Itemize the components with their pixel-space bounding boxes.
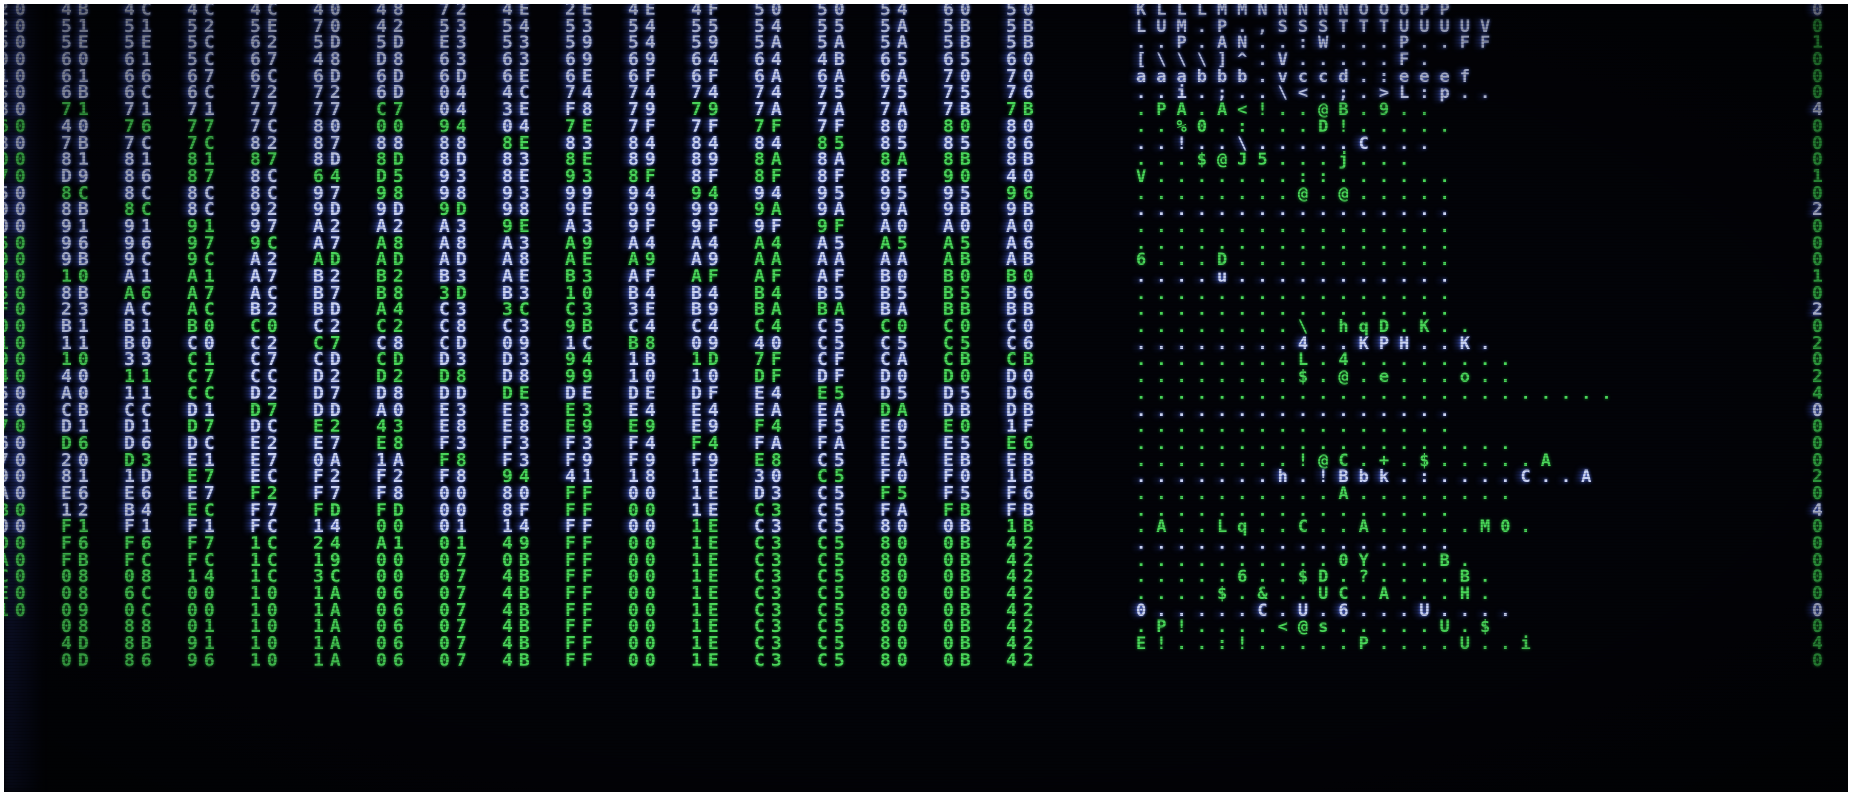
ascii-row: ..%0.:...D!..... — [1136, 116, 1460, 137]
hex-column: 4C 5E 62 67 6C 72 77 7C 82 87 8C 8C 92 97 9C A2 A7 AC B2 C0… — [250, 4, 284, 670]
hex-value: 1A — [313, 649, 347, 671]
hex-value: 0B — [943, 649, 977, 671]
hex-value: 86 — [124, 649, 158, 671]
hex-value: 10 — [250, 649, 284, 671]
hex-value: 00 — [628, 649, 662, 671]
hex-value: FF — [565, 649, 599, 671]
hex-value: C3 — [754, 649, 788, 671]
hex-value: 80 — [880, 649, 914, 671]
hex-column: 2E 53 59 69 6E 74 F8 7E 83 8E 93 99 9E A3 A9 AE B3 10 C3 9B… — [565, 4, 599, 670]
hex-value: 1E — [691, 649, 725, 671]
hex-column: 54 5A 5A 65 6A 75 7A 80 85 8A 8F 95 9A A0 A5 AA B0 B5 BA C0… — [880, 4, 914, 670]
hex-column: 4C 52 5C 5C 67 6C 71 77 7C 81 87 8C 8C 91 97 9C A1 A7 AC B0… — [187, 4, 221, 670]
hex-column: 50 54 5A 64 6A 74 7A 7F 84 8A 8F 94 9A 9F A4 AA AF B4 BA C4… — [754, 4, 788, 670]
hex-value: 0D — [61, 649, 95, 671]
hex-column: 4F 55 59 64 6F 74 79 7F 84 89 8F 94 99 9F A4 A9 AF B4 B9 C4… — [691, 4, 725, 670]
hex-value: 07 — [439, 649, 473, 671]
hex-value: 4B — [502, 649, 536, 671]
hex-value: 10 — [4, 599, 32, 621]
hex-column: 4B 51 5E 60 61 6B 71 40 7B 81 D9 8C 8B 91 96 9B 10 8B 23 B1… — [61, 4, 95, 670]
hex-value: 42 — [1006, 649, 1040, 671]
hex-value: 96 — [187, 649, 221, 671]
right-edge-column: 0010004000102000102020240000204000000040 — [1812, 4, 1829, 670]
hex-value: C5 — [817, 649, 851, 671]
hex-column: 48 42 5D D8 6D 6D C7 00 88 8D D5 98 9D A2 A8 AD B2 B8 A4 C2… — [376, 4, 410, 670]
ascii-row: E!..:!.....P....U..i — [1136, 634, 1541, 655]
hex-column: 4C 51 5E 61 66 6C 71 76 7C 81 86 8C 8C 91 96 9C A1 A6 AC B1… — [124, 4, 158, 670]
hex-column: 202050901050806080007050900050900050F000… — [4, 4, 32, 619]
edge-digit: 0 — [1812, 649, 1829, 671]
hex-column: 60 5B 5B 65 70 75 7B 80 85 8B 90 95 9B A0 A5 AB B0 B5 BB C0… — [943, 4, 977, 670]
hex-column: 72 53 E3 63 6D 04 04 94 88 8D 93 98 9D A3 A8 AD B3 3D C3 C8… — [439, 4, 473, 670]
hex-column: 40 70 5D 48 6D 72 77 80 87 8D 64 97 9D A2 A7 AD B2 B7 BD C2… — [313, 4, 347, 670]
crt-screen: 202050901050806080007050900050900050F000… — [4, 4, 1848, 792]
hex-column: 50 5B 5B 60 70 76 7B 80 86 8B 40 96 9B A0 A6 AB B0 B6 BB C0… — [1006, 4, 1040, 670]
ascii-row: ........................ — [1136, 383, 1622, 404]
hex-column: 4E 54 54 69 6F 74 79 7F 84 89 8F 94 99 9F A4 A9 AF B4 3E C4… — [628, 4, 662, 670]
hex-value: 06 — [376, 649, 410, 671]
hex-column: 4E 54 53 63 6E 4C 3E 04 8E 83 8E 93 98 9E A3 A8 AE B3 3C C3… — [502, 4, 536, 670]
hex-column: 50 55 5A 4B 6A 75 7A 7F 85 8A 8F 95 9A 9F A5 AA AF B5 BA C5… — [817, 4, 851, 670]
ascii-dump: KLLLMMNNNNNOOOPP LUM.P.,SSSTTTUUUUV ..P.AN… — [1136, 4, 1622, 653]
